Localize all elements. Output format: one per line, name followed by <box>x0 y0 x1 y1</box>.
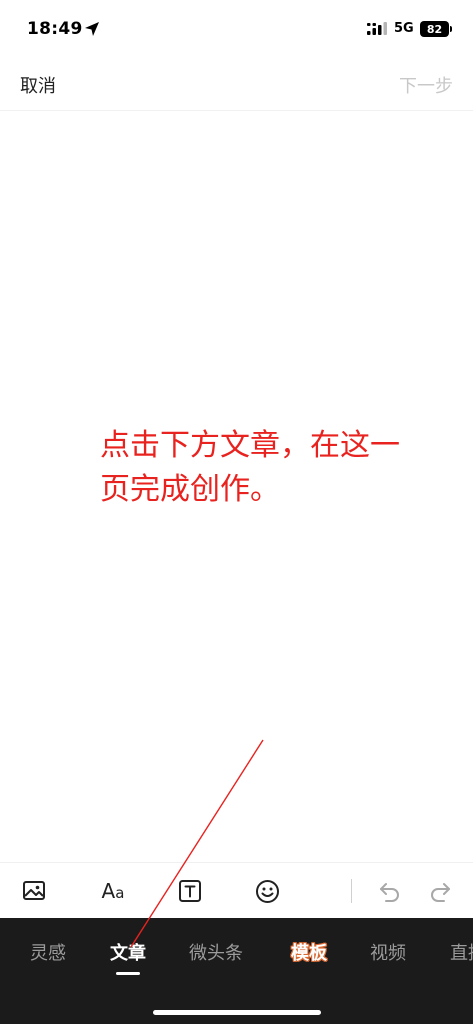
font-label-small: a <box>115 884 125 902</box>
battery-cap <box>450 26 452 32</box>
network-type: 5G <box>394 21 414 36</box>
tab-live[interactable]: 直播 <box>450 939 473 965</box>
format-toolbar: Aa <box>0 862 473 919</box>
emoji-icon <box>255 879 279 903</box>
redo-icon <box>431 883 450 902</box>
tab-template[interactable]: 模板 <box>291 939 327 965</box>
image-icon <box>23 881 45 900</box>
redo-button[interactable] <box>426 877 454 905</box>
status-time: 18:49 <box>27 19 83 39</box>
font-format-icon: Aa <box>102 879 125 903</box>
signal-strength-icon <box>367 22 387 35</box>
undo-icon <box>380 883 399 902</box>
font-label-large: A <box>101 879 116 903</box>
tab-article[interactable]: 文章 <box>110 939 146 965</box>
insert-image-button[interactable] <box>20 877 48 905</box>
annotation-text: 点击下方文章，在这一 页完成创作。 <box>100 424 460 512</box>
font-format-button[interactable]: Aa <box>98 877 128 905</box>
annotation-line-1: 点击下方文章，在这一 <box>100 428 400 463</box>
bottom-tab-bar: 灵感 文章 微头条 模板 视频 直播 <box>0 918 473 1024</box>
text-box-icon <box>179 880 201 902</box>
status-bar: 18:49 5G 82 <box>0 0 473 58</box>
annotation-line-2: 页完成创作。 <box>100 472 280 507</box>
emoji-button[interactable] <box>253 877 281 905</box>
battery-level: 82 <box>426 22 443 36</box>
tab-micro-headline[interactable]: 微头条 <box>189 939 243 965</box>
location-arrow-icon <box>85 22 99 36</box>
screen: 18:49 5G 82 取消 下一步 点击下方文章，在这一 页完成创作。 Aa … <box>0 0 473 1024</box>
battery-icon: 82 <box>420 21 449 37</box>
cancel-button[interactable]: 取消 <box>20 72 56 98</box>
nav-header: 取消 下一步 <box>0 58 473 111</box>
undo-button[interactable] <box>376 877 404 905</box>
toolbar-divider <box>351 879 352 903</box>
tab-video[interactable]: 视频 <box>370 939 406 965</box>
tab-inspiration[interactable]: 灵感 <box>30 939 66 965</box>
active-tab-indicator <box>116 972 140 975</box>
text-box-button[interactable] <box>176 877 204 905</box>
next-step-button[interactable]: 下一步 <box>399 72 453 98</box>
home-indicator <box>153 1010 321 1015</box>
